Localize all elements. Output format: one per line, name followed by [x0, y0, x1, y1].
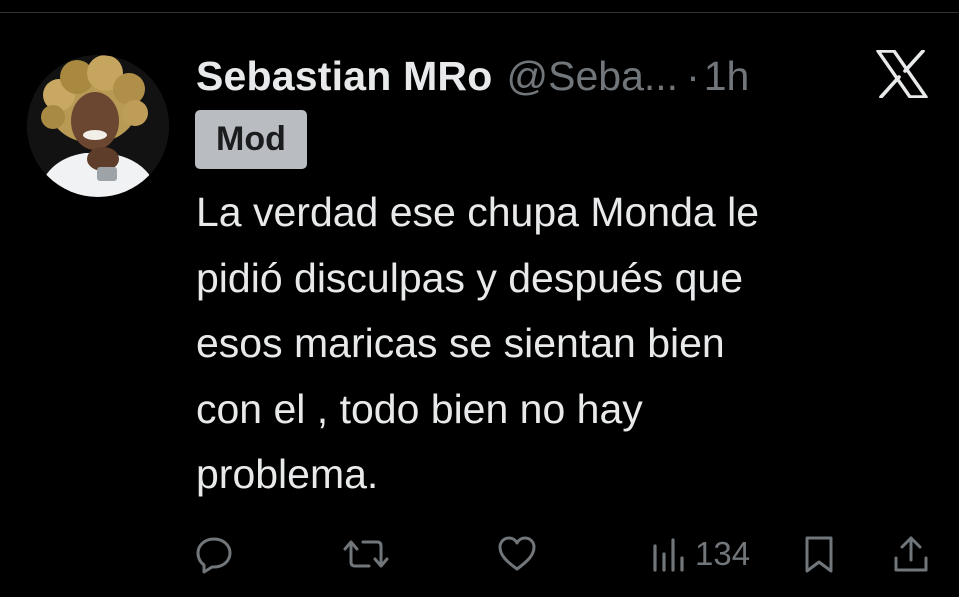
views-count: 134	[695, 535, 751, 572]
x-logo-icon	[876, 49, 928, 99]
author-handle[interactable]: @Seba...	[507, 53, 679, 100]
mod-badge: Mod	[195, 110, 307, 169]
retweet-button[interactable]	[343, 530, 389, 578]
retweet-icon	[343, 540, 389, 568]
top-divider	[0, 12, 959, 13]
author-name[interactable]: Sebastian MRo	[196, 53, 493, 100]
views-button[interactable]: 134	[651, 530, 750, 578]
bookmark-icon	[805, 536, 833, 573]
views-icon	[653, 538, 684, 572]
like-button[interactable]	[497, 530, 537, 578]
share-icon	[894, 536, 928, 572]
avatar-image	[27, 55, 169, 197]
timestamp[interactable]: 1h	[704, 53, 750, 100]
avatar[interactable]	[27, 55, 169, 197]
tweet-text: La verdad ese chupa Monda le pidió discu…	[196, 189, 760, 497]
share-button[interactable]	[892, 530, 930, 578]
separator-dot: ·	[686, 52, 700, 99]
tweet-header: Sebastian MRo @Seba... · 1h	[196, 46, 936, 106]
bookmark-button[interactable]	[802, 530, 836, 578]
like-icon	[498, 536, 536, 571]
reply-icon	[196, 537, 232, 574]
reply-button[interactable]	[194, 530, 234, 578]
tweet-actions: 134	[0, 530, 959, 580]
